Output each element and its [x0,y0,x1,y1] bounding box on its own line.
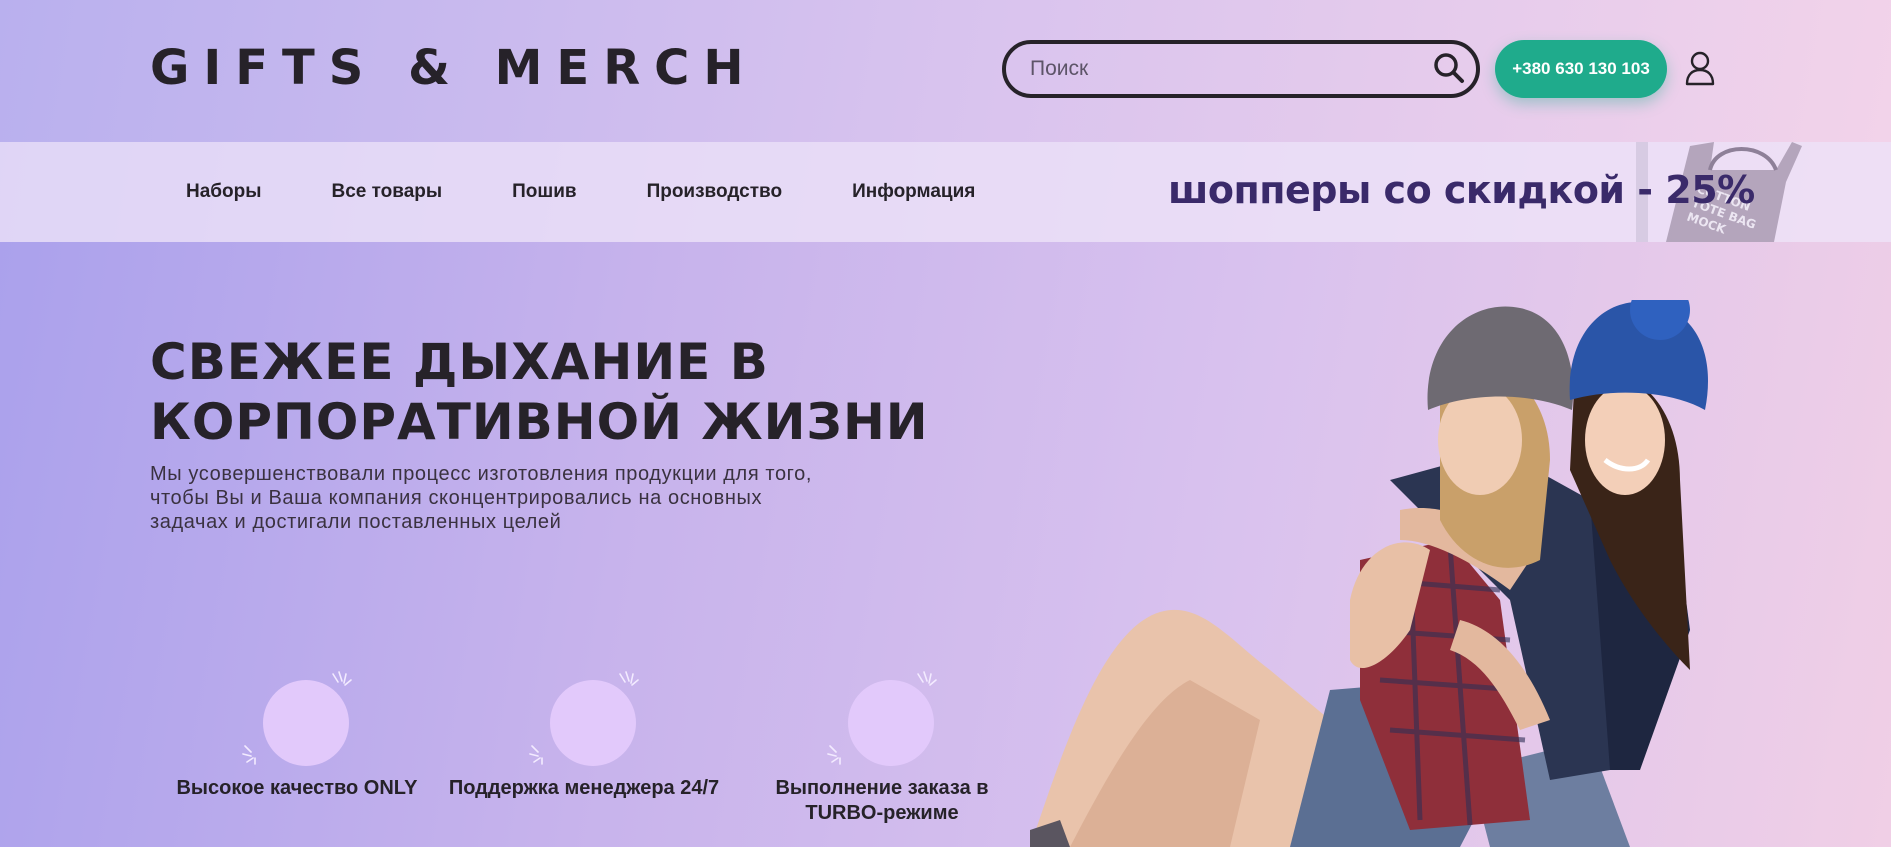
header: GIFTS & MERCH +380 630 130 103 [0,0,1891,142]
feature-decoration [822,670,942,780]
hero-title: СВЕЖЕЕ ДЫХАНИЕ В КОРПОРАТИВНОЙ ЖИЗНИ [150,332,950,452]
feature-decoration [237,670,357,780]
user-icon[interactable] [1684,50,1716,86]
promo-banner[interactable]: шопперы со скидкой - 25% [1168,168,1755,212]
feature-label: Выполнение заказа в TURBO-режиме [742,776,1022,826]
sparkle-icon [242,745,256,765]
hero-subtitle-line-2: чтобы Вы и Ваша компания сконцентрировал… [150,487,763,509]
feature-turbo: Выполнение заказа в TURBO-режиме [742,670,1022,826]
sparkle-icon [917,671,937,686]
hero-subtitle-line-3: задачах и достигали поставленных целей [150,511,562,533]
hero-subtitle: Мы усовершенствовали процесс изготовлени… [150,462,880,534]
feature-quality: Высокое качество ONLY [157,670,437,801]
search-box[interactable] [1002,40,1480,98]
hero-subtitle-line-1: Мы усовершенствовали процесс изготовлени… [150,463,812,485]
feature-text: Выполнение заказа в [775,777,989,799]
feature-decoration [524,670,644,780]
feature-highlight: TURBO-режиме [805,802,959,824]
hero-photo [1030,300,1708,847]
hero-title-line-1: СВЕЖЕЕ ДЫХАНИЕ В [150,333,769,391]
site-logo[interactable]: GIFTS & MERCH [150,40,758,96]
phone-button[interactable]: +380 630 130 103 [1495,40,1667,98]
nav-item-information[interactable]: Информация [852,181,975,203]
feature-highlight: 24/7 [680,777,720,799]
feature-text: Высокое качество [176,777,364,799]
feature-highlight: ONLY [363,777,418,799]
nav-item-tailoring[interactable]: Пошив [512,181,576,203]
sparkle-icon [619,671,639,686]
nav-menu: Наборы Все товары Пошив Производство Инф… [186,142,1045,242]
nav-item-sets[interactable]: Наборы [186,181,261,203]
search-icon[interactable] [1432,51,1466,85]
nav-item-production[interactable]: Производство [647,181,783,203]
nav-item-all-products[interactable]: Все товары [331,181,442,203]
feature-text: Поддержка менеджера [448,777,681,799]
search-input[interactable] [1030,44,1410,94]
hero-title-line-2: КОРПОРАТИВНОЙ ЖИЗНИ [150,393,929,451]
sparkle-icon [529,745,543,765]
sparkle-icon [827,745,841,765]
feature-support: Поддержка менеджера 24/7 [444,670,724,801]
sparkle-icon [332,671,352,686]
